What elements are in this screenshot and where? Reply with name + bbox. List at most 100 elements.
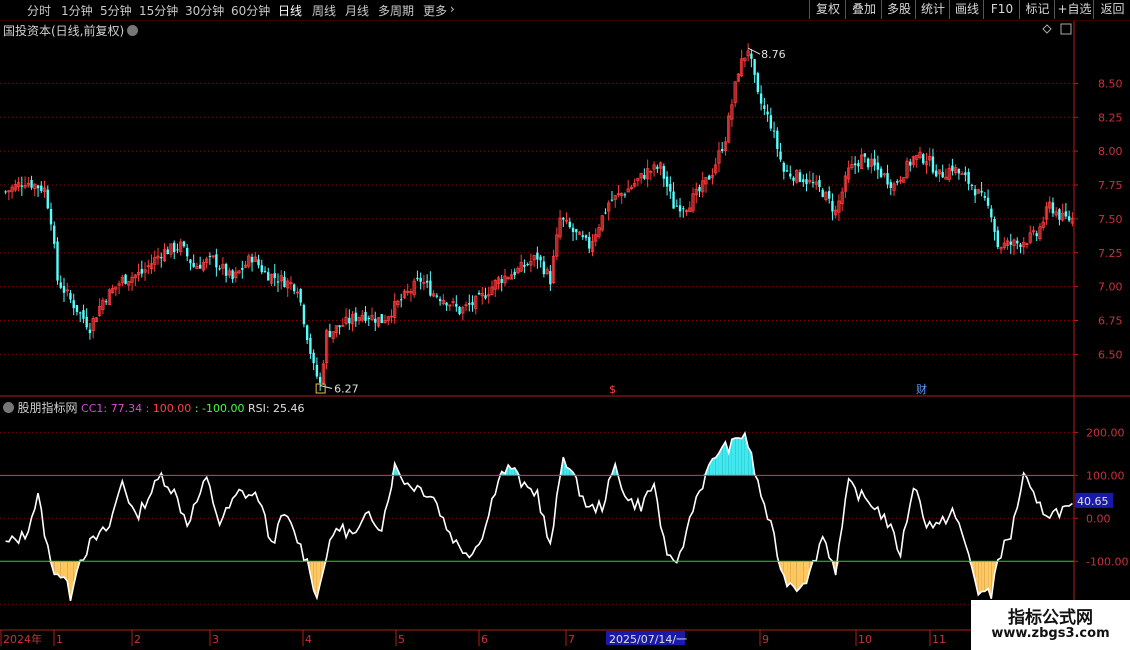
candle-body-down [993, 218, 996, 232]
period-15min[interactable]: 15分钟 [139, 2, 178, 19]
candle-body-down [56, 241, 59, 281]
indicator-tick-label: 100.00 [1086, 469, 1125, 482]
candle-body-down [477, 292, 481, 295]
period-monthly[interactable]: 月线 [345, 2, 369, 19]
candle-body-up [960, 173, 964, 176]
candle-body-down [934, 170, 938, 177]
negative-fill [796, 561, 801, 592]
chart-canvas[interactable]: 8.50 8.25 8.00 7.75 7.50 7.25 7.00 6.75 6.50 200… [0, 0, 1130, 650]
candle-body-down [523, 264, 526, 267]
watermark-title: 指标公式网 [1008, 608, 1093, 628]
positive-fill [731, 438, 736, 476]
period-multi[interactable]: 多周期 [378, 2, 414, 19]
restore-rights-button[interactable]: 复权 [809, 0, 846, 19]
main-chart-title: 国投资本(日线,前复权) [3, 22, 139, 39]
period-daily[interactable]: 日线 [278, 2, 302, 19]
candle-body-down [273, 273, 276, 278]
candle-body-down [536, 252, 539, 260]
candle-body-down [873, 158, 876, 166]
candle-body-down [964, 172, 967, 176]
candle-body-down [292, 284, 296, 292]
candle-body-down [698, 187, 701, 192]
mark-button[interactable]: 标记 [1019, 0, 1055, 19]
date-label: 3 [212, 633, 219, 646]
candle-body-down [857, 163, 860, 167]
candle-body-down [354, 312, 358, 322]
candle-body-down [338, 325, 341, 328]
period-1min[interactable]: 1分钟 [61, 2, 93, 19]
candle-body-down [909, 161, 912, 166]
price-tick-label: 7.25 [1098, 247, 1123, 260]
date-label: 9 [762, 633, 769, 646]
candle-body-down [429, 280, 432, 296]
candle-body-down [789, 173, 792, 177]
high-pointer [747, 47, 761, 55]
candle-body-down [85, 316, 88, 328]
candle-body-down [75, 305, 79, 313]
period-fenshi[interactable]: 分时 [27, 2, 51, 19]
candle-body-down [682, 208, 685, 210]
add-watchlist-button[interactable]: +自选 [1054, 0, 1094, 19]
candle-body-down [250, 256, 254, 263]
price-tick-label: 7.75 [1098, 179, 1123, 192]
indicator-name[interactable]: 股朋指标网 [18, 401, 78, 415]
candle-body-down [889, 182, 893, 188]
chevron-right-icon[interactable]: › [450, 2, 455, 16]
draw-line-button[interactable]: 画线 [949, 0, 984, 19]
negative-fill [981, 561, 985, 592]
candle-body-down [299, 289, 302, 303]
indicator-tick-label: 200.00 [1086, 426, 1125, 439]
candle-body-down [367, 317, 370, 320]
date-label: 10 [858, 633, 872, 646]
lower-level-value: : -100.00 [194, 402, 245, 415]
candle-body-down [575, 229, 578, 233]
negative-fill [54, 561, 58, 575]
period-30min[interactable]: 30分钟 [185, 2, 224, 19]
candle-body-down [283, 276, 286, 288]
period-more[interactable]: 更多 [423, 2, 447, 19]
finance-mark: 财 [916, 382, 927, 396]
candle-body-down [526, 263, 529, 265]
date-highlight-label: 2025/07/14/一 [609, 633, 687, 646]
candle-body-down [779, 151, 782, 160]
statistics-button[interactable]: 统计 [915, 0, 950, 19]
candle-body-down [263, 271, 267, 273]
candle-body-down [665, 176, 669, 187]
candle-body-down [309, 337, 312, 354]
candle-body-down [675, 205, 679, 207]
candle-body-down [176, 249, 179, 251]
overlay-button[interactable]: 叠加 [845, 0, 882, 19]
candle-body-down [769, 115, 773, 129]
candle-body-down [542, 261, 546, 275]
back-button[interactable]: 返回 [1093, 0, 1130, 19]
negative-fill [984, 561, 989, 592]
candle-body-down [766, 111, 769, 115]
candle-body-down [581, 235, 584, 238]
positive-fill [738, 437, 742, 476]
multi-stock-button[interactable]: 多股 [881, 0, 916, 19]
candle-body-down [772, 130, 776, 132]
negative-fill [60, 561, 64, 578]
price-axis-ticks: 8.50 8.25 8.00 7.75 7.50 7.25 7.00 6.75 6.50 [1074, 77, 1123, 361]
candle-body-down [957, 168, 961, 174]
collapse-icon[interactable] [3, 402, 14, 413]
candle-body-down [302, 304, 306, 325]
period-60min[interactable]: 60分钟 [231, 2, 270, 19]
candle-body-down [827, 191, 831, 199]
chevron-down-icon[interactable] [127, 25, 139, 36]
candle-body-down [30, 180, 33, 188]
candle-body-down [399, 299, 403, 301]
candle-body-down [82, 310, 85, 319]
candle-body-down [922, 154, 925, 164]
candle-body-down [458, 306, 461, 315]
period-weekly[interactable]: 周线 [312, 2, 336, 19]
candle-body-down [571, 227, 575, 233]
candle-body-down [78, 312, 82, 314]
candle-body-down [445, 302, 448, 306]
f10-button[interactable]: F10 [983, 0, 1020, 19]
candle-body-down [312, 352, 315, 364]
period-5min[interactable]: 5分钟 [100, 2, 132, 19]
candle-body-down [185, 247, 189, 257]
candle-body-down [1016, 240, 1019, 244]
candle-body-down [318, 376, 322, 383]
